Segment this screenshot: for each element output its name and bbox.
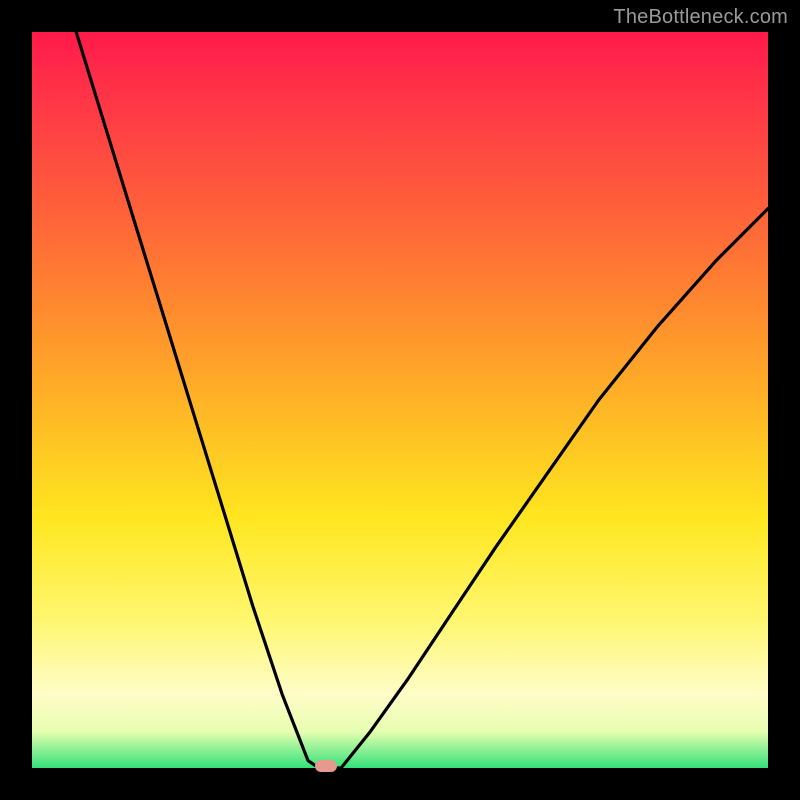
plot-area (32, 32, 768, 768)
chart-frame: TheBottleneck.com (0, 0, 800, 800)
min-marker (315, 760, 337, 772)
watermark-text: TheBottleneck.com (613, 6, 788, 29)
bottleneck-curve (32, 32, 768, 768)
